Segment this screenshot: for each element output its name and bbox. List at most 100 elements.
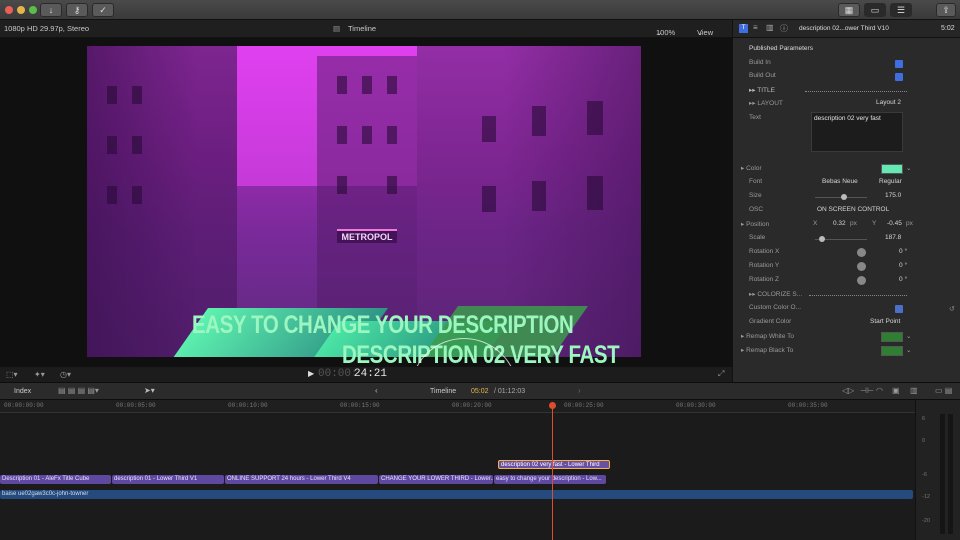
zoom-window-button[interactable] [29,6,37,14]
select-tool-icon[interactable]: ➤▾ [144,386,155,395]
param-gradient-color[interactable]: Gradient Color Start Point [733,316,960,330]
font-style-popup[interactable]: Regular [879,178,902,185]
playhead[interactable] [552,402,553,540]
meter-label: -6 [922,472,927,478]
close-window-button[interactable] [5,6,13,14]
primary-clip[interactable]: Description 01 - AleFx Title Cube [0,475,111,484]
primary-clip[interactable]: easy to change your description - Low... [494,475,606,484]
param-build-out[interactable]: Build Out [733,70,960,84]
meter-label: -12 [922,494,930,500]
headphones-icon[interactable]: ◠ [876,386,883,395]
audio-clip[interactable]: baise ue02gaw3c0c-john-towner [0,490,913,499]
param-layout[interactable]: ▸▸ LAYOUT Layout 2 [733,97,960,111]
viewer[interactable]: METROPOL EASY TO CHANGE YOUR DESCRIPTION… [0,38,732,446]
param-scale[interactable]: Scale 187.8 [733,232,960,246]
playhead-handle[interactable] [549,402,556,409]
speed-icon[interactable]: ◷▾ [60,370,71,379]
inspector-toggle-button[interactable]: ☰ [890,3,912,17]
chevron-down-icon[interactable]: ⌄ [906,164,911,172]
timeline-ruler[interactable]: 00:00:00:00 00:00:05:00 00:00:10:00 00:0… [0,400,915,413]
param-label: OSC [749,206,764,213]
chevron-down-icon[interactable]: ⌄ [906,332,911,340]
import-button[interactable]: ↓ [40,3,62,17]
param-group-title[interactable]: ▸▸ TITLE [733,84,960,98]
rotation-x-dial[interactable] [857,248,866,257]
custom-color-checkbox[interactable] [895,305,903,313]
primary-clip[interactable]: description 01 - Lower Third V1 [112,475,224,484]
info-icon[interactable]: ⓘ [780,23,788,34]
remap-black-swatch[interactable] [881,346,903,356]
param-rotation-x[interactable]: Rotation X 0 ° [733,246,960,260]
build-in-checkbox[interactable] [895,60,903,68]
back-arrow-icon[interactable]: ‹ [375,386,378,395]
color-swatch[interactable] [881,164,903,174]
snapping-icon[interactable]: ⊣⊢ [860,386,874,395]
fullscreen-icon[interactable]: ⤢ [718,369,724,379]
title-inspector-icon[interactable]: T [739,24,748,33]
transform-tool-icon[interactable]: ⬚▾ [6,370,18,379]
rotation-y-dial[interactable] [857,262,866,271]
enhance-icon[interactable]: ✦▾ [34,370,45,379]
position-y-value[interactable]: -0.45 [887,220,902,227]
param-color[interactable]: ▸ Color ⌄ [733,162,960,176]
param-size[interactable]: Size 175.0 [733,190,960,204]
window [337,76,347,94]
effects-browser-icon[interactable]: ▥ [910,386,918,395]
osc-popup[interactable]: ON SCREEN CONTROL [817,206,889,213]
value: 0 [899,276,903,283]
build-out-checkbox[interactable] [895,73,903,81]
remap-white-swatch[interactable] [881,332,903,342]
timeline-title: Timeline [430,388,457,395]
param-label: Custom Color O... [749,304,802,311]
param-rotation-z[interactable]: Rotation Z 0 ° [733,274,960,288]
chevron-down-icon[interactable]: ⌄ [906,346,911,354]
lower-third-title[interactable]: EASY TO CHANGE YOUR DESCRIPTION [192,311,574,340]
timeline-area[interactable]: description 02 very fast - Lower Third D… [0,413,915,540]
play-icon[interactable]: ▶ [308,369,314,378]
clip-appearance-icon[interactable]: ▤ ▤ ▤ ▤▾ [58,386,99,395]
param-font[interactable]: Font Bebas Neue Regular [733,176,960,190]
rotation-x-value[interactable]: 0 ° [899,248,907,255]
param-build-in[interactable]: Build In [733,57,960,71]
scale-value[interactable]: 187.8 [885,234,901,241]
text-inspector-icon[interactable]: ≡ [753,23,758,32]
size-value[interactable]: 175.0 [885,192,901,199]
reset-icon[interactable]: ↺ [949,305,955,313]
solo-icon[interactable]: ▣ [892,386,900,395]
gradient-color-popup[interactable]: Start Point [870,318,900,325]
param-rotation-y[interactable]: Rotation Y 0 ° [733,260,960,274]
video-inspector-icon[interactable]: ▥ [766,23,774,32]
param-remap-white[interactable]: ▸ Remap White To ⌄ [733,330,960,344]
rotation-z-value[interactable]: 0 ° [899,276,907,283]
background-tasks-button[interactable]: ✓ [92,3,114,17]
meter-bar-right [948,414,953,534]
share-icon: ⇪ [942,5,950,15]
param-custom-color[interactable]: Custom Color O... ↺ [733,302,960,316]
param-remap-black[interactable]: ▸ Remap Black To ⌄ [733,344,960,358]
font-family-popup[interactable]: Bebas Neue [822,178,858,185]
timeline-toggle-button[interactable]: ▭ [864,3,886,17]
forward-arrow-icon[interactable]: › [578,386,581,395]
minimize-window-button[interactable] [17,6,25,14]
param-group-colorize[interactable]: ▸▸ COLORIZE S... [733,288,960,302]
text-field[interactable]: description 02 very fast [811,112,903,152]
scale-slider-knob[interactable] [819,236,825,242]
primary-clip[interactable]: CHANGE YOUR LOWER THIRD - Lower... [379,475,493,484]
window [107,136,117,154]
param-label: ▸▸ LAYOUT [749,99,783,107]
connected-clip-selected[interactable]: description 02 very fast - Lower Third [498,460,610,469]
position-x-value[interactable]: 0.32 [833,220,846,227]
keywords-button[interactable]: ⚷ [66,3,88,17]
primary-clip[interactable]: ONLINE SUPPORT 24 hours - Lower Third V4 [225,475,378,484]
rotation-z-dial[interactable] [857,276,866,285]
layout-popup[interactable]: Layout 2 [876,99,901,106]
param-position[interactable]: ▸ Position X 0.32 px Y -0.45 px [733,218,960,232]
rotation-y-value[interactable]: 0 ° [899,262,907,269]
size-slider-knob[interactable] [841,194,847,200]
browser-toggle-button[interactable]: ▦ [838,3,860,17]
audio-skimming-icon[interactable]: ◁▷ [842,386,854,395]
timeline-view-icon[interactable]: ▭ ▤ [935,386,952,395]
param-osc[interactable]: OSC ON SCREEN CONTROL [733,204,960,218]
share-button[interactable]: ⇪ [936,3,956,17]
index-button[interactable]: Index [14,388,31,395]
